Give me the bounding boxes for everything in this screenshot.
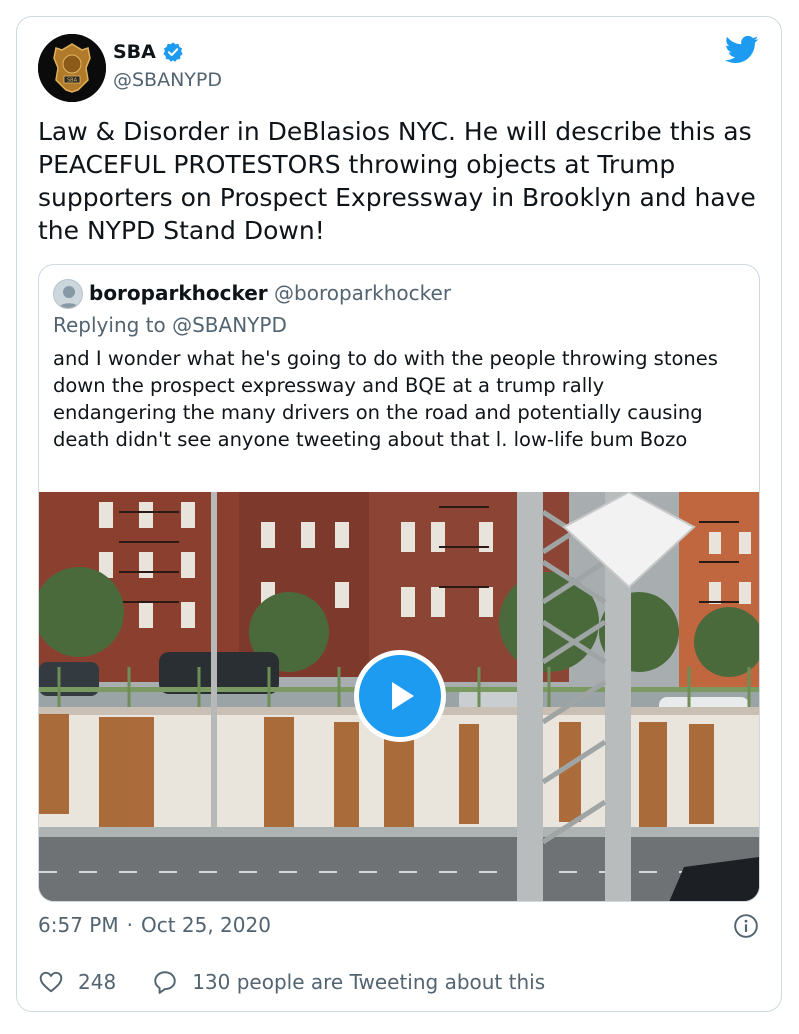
tweet-time[interactable]: 6:57 PM [38, 913, 119, 937]
heart-icon[interactable] [38, 969, 64, 995]
timestamp-separator: · [126, 913, 133, 937]
info-icon[interactable] [733, 913, 759, 939]
tweet-date[interactable]: Oct 25, 2020 [141, 913, 271, 937]
quoted-tweet[interactable]: boroparkhocker @boroparkhocker Replying … [38, 264, 760, 902]
like-count: 248 [78, 970, 117, 994]
action-bar: 248 130 people are Tweeting about this [38, 969, 581, 995]
quote-author-handle[interactable]: @boroparkhocker [274, 281, 451, 305]
like-action[interactable]: 248 [38, 969, 116, 995]
quote-author-name[interactable]: boroparkhocker [89, 281, 268, 305]
conversation-action[interactable]: 130 people are Tweeting about this [152, 969, 545, 995]
author-avatar[interactable]: SBA [38, 34, 106, 102]
badge-label: SBA [67, 78, 78, 84]
play-button[interactable] [354, 650, 446, 742]
video-thumbnail[interactable] [39, 492, 759, 901]
tweet-card[interactable]: SBA SBA @SBANYPD Law & Disorder in DeBla… [16, 16, 782, 1012]
replying-to-label[interactable]: Replying to @SBANYPD [53, 311, 287, 339]
author-handle[interactable]: @SBANYPD [113, 69, 222, 91]
verified-badge-icon [163, 42, 183, 62]
author-name-row: SBA [113, 41, 184, 63]
author-name[interactable]: SBA [113, 41, 156, 63]
timestamp-row[interactable]: 6:57 PM · Oct 25, 2020 [38, 913, 271, 937]
quote-header: boroparkhocker @boroparkhocker [89, 279, 451, 307]
tweet-text: Law & Disorder in DeBlasios NYC. He will… [38, 117, 764, 245]
speech-bubble-icon[interactable] [152, 969, 178, 995]
quote-avatar[interactable] [53, 279, 83, 309]
twitter-bird-icon[interactable] [725, 35, 759, 65]
default-profile-icon [58, 286, 80, 308]
play-icon [392, 682, 414, 710]
conversation-text: 130 people are Tweeting about this [192, 970, 546, 994]
quote-text: and I wonder what he's going to do with … [53, 347, 718, 451]
police-badge-icon: SBA [38, 34, 106, 102]
